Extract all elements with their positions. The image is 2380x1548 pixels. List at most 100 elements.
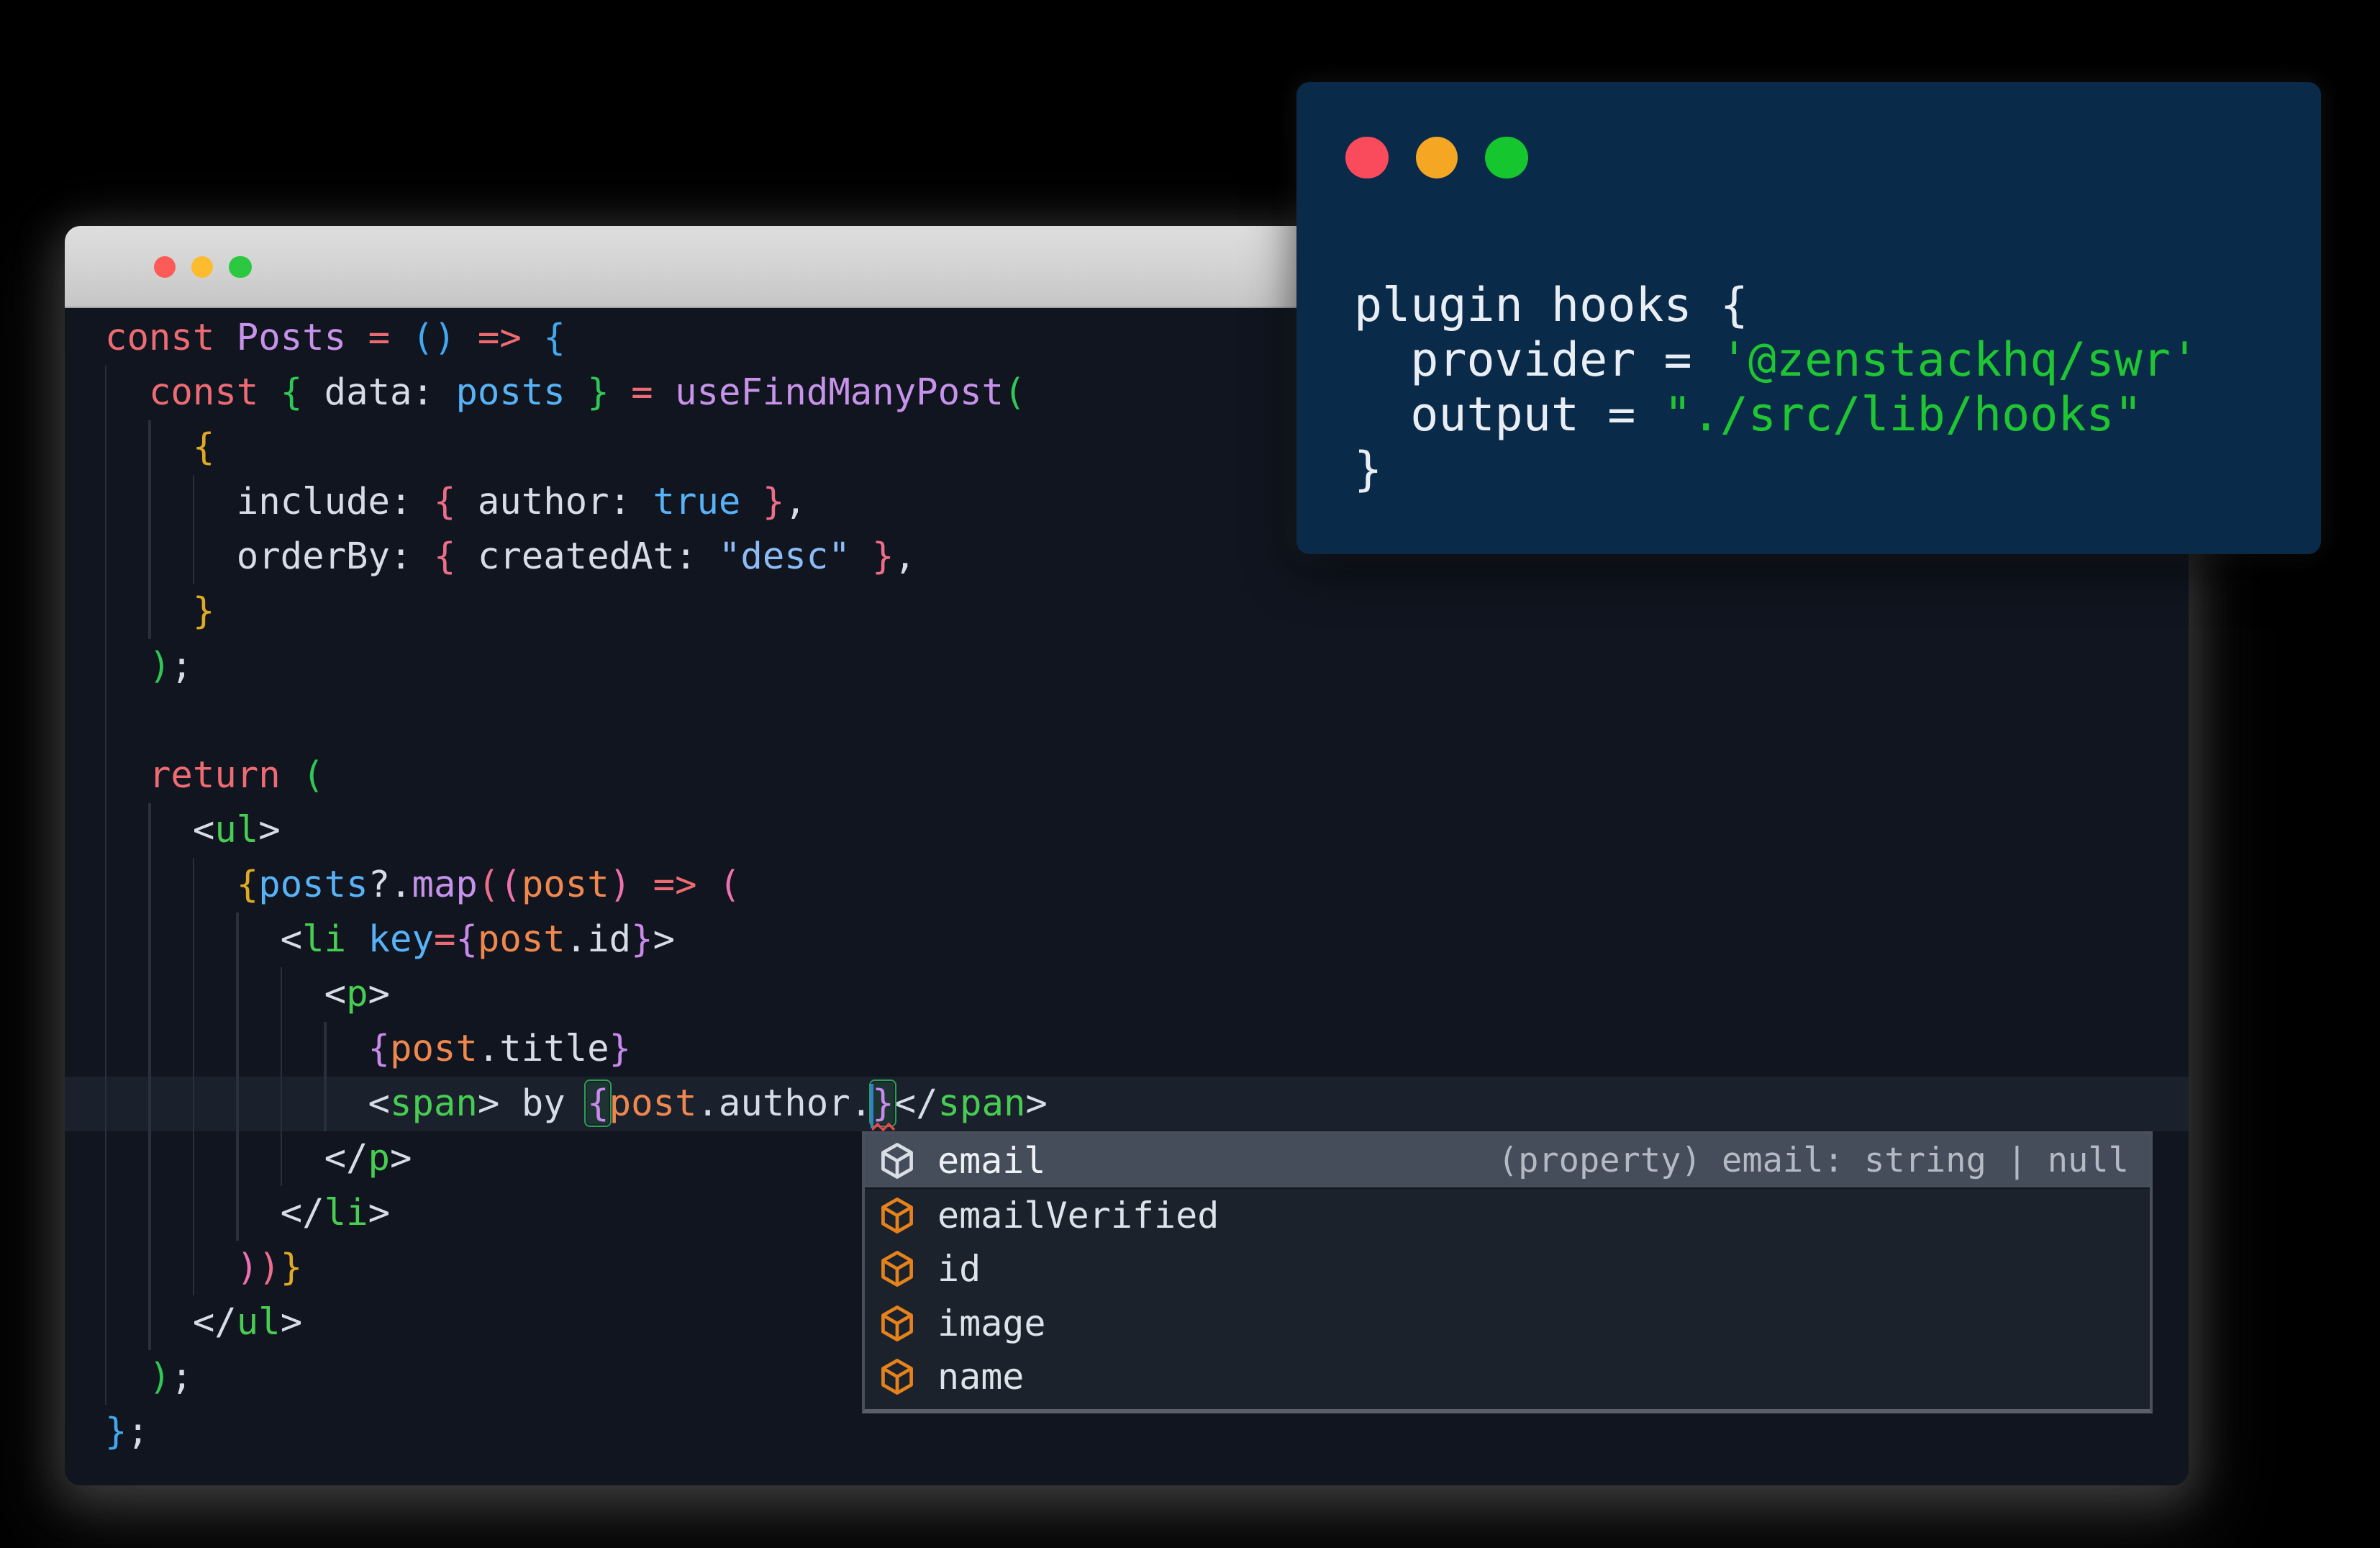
code-token: , [894,535,917,577]
code-token: </ [105,1137,368,1179]
code-token: .id [565,918,632,960]
code-token: ) [148,1356,171,1398]
code-token: { [280,371,303,413]
code-token: { [543,317,566,358]
autocomplete-dropdown[interactable]: email (property) email: string | null emai… [861,1131,2152,1413]
code-token: return [148,754,303,796]
code-line: const Posts = () => { [105,311,1048,366]
suggestion-label: image [937,1302,1046,1344]
suggestion-item[interactable]: id [864,1242,2149,1296]
code-token: { [433,535,456,577]
code-token: ul [214,809,259,851]
code-line: <p> [105,967,1048,1022]
code-token: key [368,918,434,960]
code-token: posts [258,864,368,905]
code-token: } [1354,442,1383,497]
code-token: } [105,1411,127,1452]
close-button[interactable] [153,255,176,279]
close-button[interactable] [1345,136,1389,178]
code-token: Posts [236,317,368,358]
symbol-field-icon [881,1251,912,1287]
code-token: ( [1004,371,1026,413]
code-token: > [368,973,390,1015]
code-token: ; [127,1411,149,1452]
code-token: { [433,481,456,522]
code-token: true [653,481,741,522]
code-token: </ [105,1192,324,1234]
suggestion-label: id [937,1248,981,1290]
code-token: = [631,371,653,413]
code-token: ; [171,1356,193,1398]
code-line: {posts?.map((post) => ( [105,858,1048,913]
code-token: > [653,918,676,960]
suggestion-label: emailVerified [937,1194,1219,1236]
code-token: post [477,918,566,960]
code-token: ?. [368,864,412,905]
code-token: } [587,371,609,413]
zoom-button[interactable] [1485,136,1528,178]
code-token: ; [171,645,193,687]
suggestion-label: email [937,1139,1046,1182]
code-token: include: [105,481,434,522]
code-line: plugin hooks { [1354,272,2199,332]
plugin-config-code: plugin hooks { provider = '@zenstackhq/s… [1354,272,2199,497]
code-token: const [148,371,281,413]
code-line: output = "./src/lib/hooks" [1354,381,2199,442]
suggestion-item[interactable]: image [864,1296,2149,1350]
code-token: posts [455,371,566,413]
code-line: <span> by {post.author.} </span> [105,1077,1048,1131]
minimize-button[interactable] [1415,136,1458,178]
code-token: post [390,1028,478,1069]
code-token: > [1025,1082,1048,1124]
code-token: </ [105,1301,237,1343]
code-token: { [192,426,215,468]
code-token: "desc" [718,535,850,577]
error-squiggle [872,1122,895,1131]
suggestion-item[interactable]: email (property) email: string | null [864,1134,2149,1188]
code-token: ) [148,645,171,687]
code-token: () [412,317,456,358]
code-token: provider = [1354,332,1720,387]
code-token: = [433,918,456,960]
code-token: < [105,918,303,960]
suggestion-item[interactable]: emailVerified [864,1188,2149,1242]
code-line: {post.title} [105,1022,1048,1077]
code-token: < [105,1082,391,1124]
code-token: ( [302,754,324,796]
symbol-field-icon [881,1197,912,1234]
minimize-button[interactable] [191,255,214,279]
code-line: } [1354,436,2199,497]
code-token: { [236,864,259,905]
code-token: author: [455,481,653,522]
code-token: const [105,317,237,358]
suggestion-item[interactable]: name [864,1350,2149,1404]
code-token: span [937,1082,1026,1124]
symbol-field-icon [881,1359,912,1395]
code-line: { [105,420,1048,475]
suggestion-type-hint: (property) email: string | null [1497,1140,2129,1181]
code-token: post [521,864,609,905]
code-token: { [368,1028,390,1069]
code-token: < [105,973,347,1015]
code-token: .author. [696,1082,873,1124]
zoom-button[interactable] [229,255,251,279]
code-token: => [477,317,522,358]
code-token: "./src/lib/hooks" [1663,387,2143,442]
code-token: , [784,481,807,522]
code-line: } [105,584,1048,639]
plugin-config-window: plugin hooks { provider = '@zenstackhq/s… [1296,82,2321,554]
